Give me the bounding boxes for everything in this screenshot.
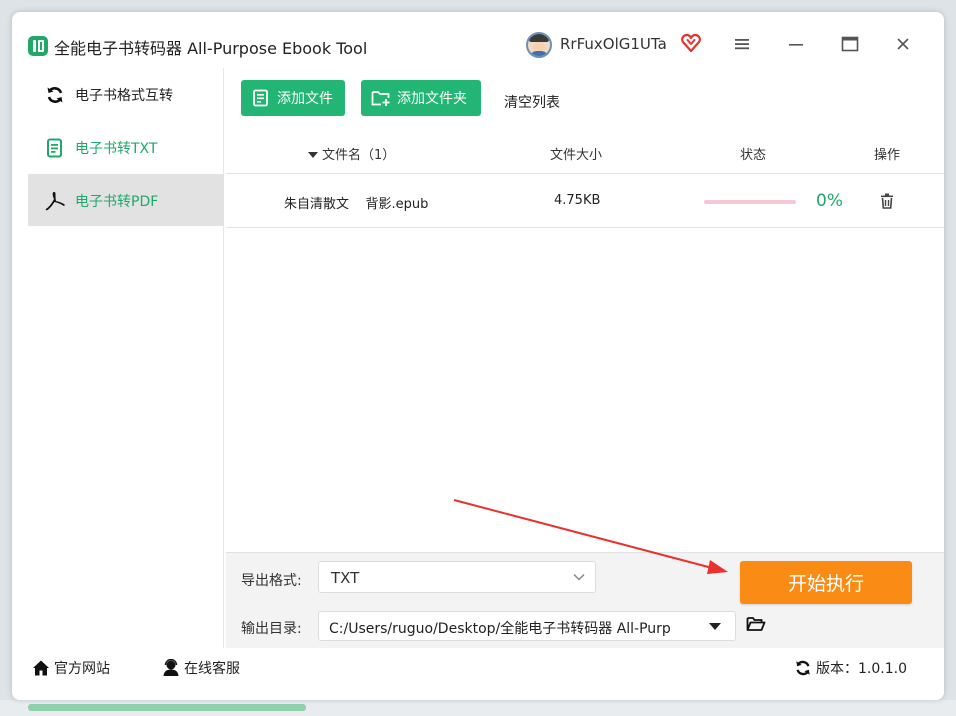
trash-icon[interactable] [878,192,896,210]
username-label[interactable]: RrFuxOlG1UTa [560,35,667,53]
close-button[interactable] [887,30,919,58]
output-directory-value: C:/Users/ruguo/Desktop/全能电子书转码器 All-Purp [329,621,671,637]
add-folder-button[interactable]: 添加文件夹 [361,80,481,116]
add-folder-icon [371,88,391,108]
footer: 官方网站 在线客服 版本：1.0.1.0 [12,648,944,700]
user-avatar[interactable] [526,32,552,58]
title-bar: 全能电子书转码器 All-Purpose Ebook Tool RrFuxOlG… [12,12,944,66]
file-size: 4.75KB [554,193,601,208]
customer-service-icon [162,659,180,677]
refresh-icon [794,659,812,677]
vip-heart-icon[interactable] [680,32,702,54]
minimize-icon [789,44,803,46]
column-header-name[interactable]: 文件名（1） [308,144,395,163]
add-folder-label: 添加文件夹 [397,91,467,107]
table-row[interactable]: 朱自清散文 背影.epub 4.75KB 0% [226,175,944,228]
clear-list-button[interactable]: 清空列表 [504,92,560,112]
background-progress-bar [28,704,306,711]
maximize-button[interactable] [834,30,866,58]
close-icon [897,38,909,50]
file-table-header: 文件名（1） 文件大小 状态 操作 [226,134,944,174]
sidebar: 电子书格式互转 电子书转TXT 电子书转PDF [28,68,224,648]
document-icon [44,137,66,159]
sidebar-item-label: 电子书格式互转 [75,88,173,104]
export-format-label: 导出格式: [241,573,302,589]
refresh-icon [44,84,66,106]
start-button[interactable]: 开始执行 [740,561,912,604]
sidebar-item-label: 电子书转TXT [75,141,158,157]
minimize-button[interactable] [780,30,812,58]
folder-open-icon[interactable] [746,614,766,634]
app-window: 全能电子书转码器 All-Purpose Ebook Tool RrFuxOlG… [12,12,944,700]
official-website-link[interactable]: 官方网站 [32,658,110,678]
column-header-size: 文件大小 [550,148,603,163]
output-directory-label: 输出目录: [241,621,302,637]
sidebar-item-to-txt[interactable]: 电子书转TXT [28,121,224,173]
version-info: 版本：1.0.1.0 [794,658,907,678]
add-file-label: 添加文件 [277,91,333,107]
sidebar-item-label: 电子书转PDF [75,194,159,210]
online-service-link[interactable]: 在线客服 [162,658,240,678]
add-file-button[interactable]: 添加文件 [241,80,345,116]
output-directory-select[interactable]: C:/Users/ruguo/Desktop/全能电子书转码器 All-Purp [318,611,736,641]
column-header-status: 状态 [740,148,767,163]
pdf-icon [44,190,66,212]
add-file-icon [251,88,271,108]
hamburger-icon [735,39,749,50]
progress-percent: 0% [816,191,843,211]
export-format-select[interactable]: TXT [318,561,596,593]
home-icon [32,659,50,677]
export-format-value: TXT [331,569,360,587]
conversion-progress-bar [704,200,796,204]
maximize-icon [841,36,859,52]
app-logo-icon [28,36,48,56]
column-header-actions: 操作 [874,148,901,163]
sort-down-icon [308,152,318,158]
sidebar-item-to-pdf[interactable]: 电子书转PDF [28,174,224,226]
sidebar-item-format-convert[interactable]: 电子书格式互转 [28,68,224,120]
caret-down-icon [709,623,721,630]
menu-button[interactable] [726,30,758,58]
file-name: 朱自清散文 背影.epub [284,197,429,212]
chevron-down-icon [573,573,585,581]
window-title: 全能电子书转码器 All-Purpose Ebook Tool [54,39,368,58]
